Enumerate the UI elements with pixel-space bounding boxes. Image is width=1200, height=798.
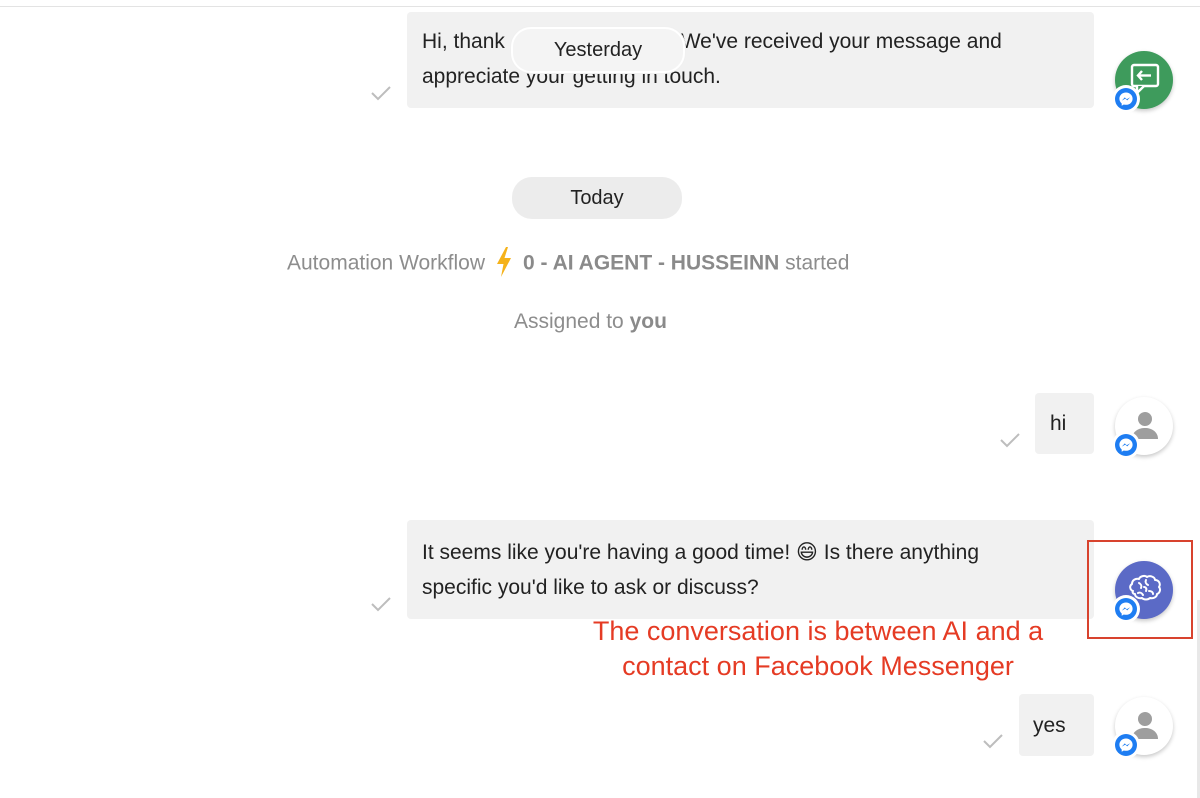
check-icon bbox=[371, 86, 391, 101]
message-text-line2: specific you'd like to ask or discuss? bbox=[422, 576, 759, 599]
facebook-messenger-icon bbox=[1112, 431, 1140, 459]
message-text: hi bbox=[1050, 412, 1067, 435]
annotation-caption: The conversation is between AI and a con… bbox=[560, 614, 1076, 684]
workflow-suffix: started bbox=[785, 251, 850, 275]
top-divider bbox=[0, 6, 1200, 7]
check-icon bbox=[1000, 433, 1020, 448]
facebook-messenger-icon bbox=[1112, 731, 1140, 759]
message-text-line1: It seems like you're having a good time!… bbox=[422, 541, 980, 564]
conversation-view: Hi, thank us. We've received your message… bbox=[0, 0, 1200, 798]
annotation-line2: contact on Facebook Messenger bbox=[622, 651, 1014, 681]
assignment-event: Assigned to you bbox=[514, 307, 667, 337]
date-divider-yesterday: Yesterday bbox=[511, 27, 685, 73]
assigned-prefix: Assigned to bbox=[514, 310, 624, 333]
workflow-name[interactable]: 0 - AI AGENT - HUSSEINN bbox=[523, 252, 779, 275]
message-bubble-auto-reply[interactable]: Hi, thank us. We've received your message… bbox=[407, 12, 1094, 108]
annotation-highlight-box bbox=[1087, 540, 1193, 639]
message-text: yes bbox=[1033, 714, 1066, 737]
date-divider-today: Today bbox=[512, 177, 682, 219]
workflow-event: Automation Workflow 0 - AI AGENT - HUSSE… bbox=[287, 247, 850, 280]
check-icon bbox=[371, 597, 391, 612]
annotation-line1: The conversation is between AI and a bbox=[592, 616, 1044, 646]
assigned-target: you bbox=[629, 310, 667, 333]
check-icon bbox=[983, 734, 1003, 749]
message-bubble-ai[interactable]: It seems like you're having a good time!… bbox=[407, 520, 1094, 619]
message-bubble-contact[interactable]: hi bbox=[1035, 393, 1094, 454]
workflow-prefix: Automation Workflow bbox=[287, 251, 486, 275]
facebook-messenger-icon bbox=[1112, 85, 1140, 113]
message-bubble-contact[interactable]: yes bbox=[1019, 694, 1094, 756]
lightning-bolt-icon bbox=[497, 247, 512, 277]
